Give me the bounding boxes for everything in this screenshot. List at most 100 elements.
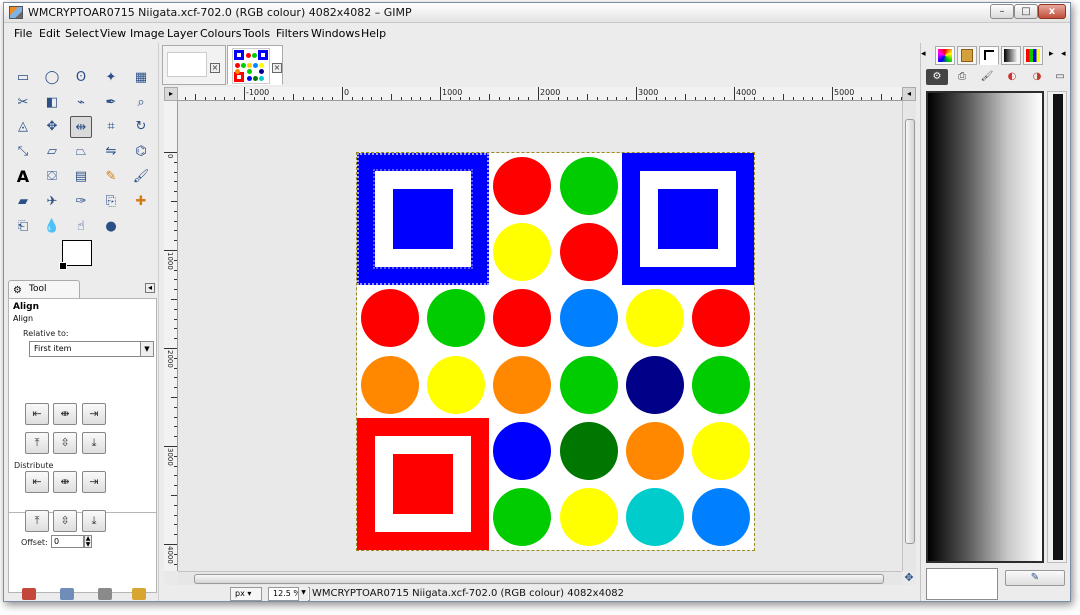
eraser-icon[interactable]: ▰ <box>12 191 34 213</box>
crop-icon[interactable]: ⌗ <box>100 116 122 138</box>
horizontal-scroll-thumb[interactable] <box>194 574 884 584</box>
tab-fonts[interactable] <box>1001 46 1021 65</box>
menu-file[interactable]: File <box>14 27 32 40</box>
select-by-color-icon[interactable]: ▦ <box>130 67 152 89</box>
ink-icon[interactable]: ✑ <box>70 191 92 213</box>
dock-sub-tab-4[interactable]: ◑ <box>1026 69 1048 85</box>
vertical-ruler[interactable]: 0 1000 2000 3000 4000 <box>164 101 178 571</box>
edit-gradient-button[interactable]: ✎ <box>1005 570 1065 586</box>
pencil-icon[interactable]: ✎ <box>100 166 122 188</box>
offset-input[interactable]: 0 <box>51 535 84 548</box>
image-tab-blank[interactable]: × <box>162 45 226 85</box>
bucket-fill-icon[interactable]: ⛋ <box>41 166 63 188</box>
menu-select[interactable]: Select <box>65 27 99 40</box>
menu-filters[interactable]: Filters <box>276 27 309 40</box>
minimize-button[interactable]: – <box>990 4 1014 19</box>
distribute-center-button[interactable]: ⇼ <box>53 471 77 493</box>
restore-options-icon[interactable] <box>60 588 74 600</box>
measure-icon[interactable]: ◬ <box>12 116 34 138</box>
rotate-icon[interactable]: ↻ <box>130 116 152 138</box>
dock-sub-tab-1[interactable]: ⎙ <box>951 69 973 85</box>
vertical-scroll-thumb[interactable] <box>905 119 915 544</box>
align-center-button[interactable]: ⇼ <box>53 403 77 425</box>
scale-icon[interactable]: ⤡ <box>12 141 34 163</box>
menu-colours[interactable]: Colours <box>200 27 241 40</box>
gradient-preview[interactable] <box>926 91 1044 563</box>
shear-icon[interactable]: ▱ <box>41 141 63 163</box>
dock-left-arrow[interactable]: ◂ <box>921 49 926 59</box>
blur-icon[interactable]: 💧 <box>41 216 63 238</box>
menu-windows[interactable]: Windows <box>311 27 360 40</box>
menu-tools[interactable]: Tools <box>243 27 270 40</box>
zoom-icon[interactable]: ⌕ <box>130 92 152 114</box>
distribute-bottom-button[interactable]: ⤓ <box>82 510 106 532</box>
fuzzy-select-icon[interactable]: ✦ <box>100 67 122 89</box>
dock-sub-tab-3[interactable]: ◐ <box>1001 69 1023 85</box>
dock-menu-icon[interactable]: ◂ <box>1061 49 1066 59</box>
unit-select[interactable]: px ▾ <box>230 587 262 601</box>
close-icon[interactable]: × <box>210 63 220 73</box>
move-icon[interactable]: ✥ <box>41 116 63 138</box>
free-select-icon[interactable]: ʘ <box>70 67 92 89</box>
panel-menu-icon[interactable]: ◂ <box>145 283 155 293</box>
paths-icon[interactable]: ⌁ <box>70 92 92 114</box>
align-icon[interactable]: ⇹ <box>70 116 92 138</box>
align-left-button[interactable]: ⇤ <box>25 403 49 425</box>
horizontal-ruler[interactable]: -1000 0 1000 2000 3000 4000 5000 <box>178 87 902 101</box>
distribute-top-button[interactable]: ⤒ <box>25 510 49 532</box>
scissors-icon[interactable]: ✂ <box>12 92 34 114</box>
horizontal-scrollbar[interactable] <box>178 571 902 585</box>
perspective-clone-icon[interactable]: ⎗ <box>12 216 34 238</box>
default-colors-icon[interactable] <box>59 262 67 270</box>
distribute-right-button[interactable]: ⇥ <box>82 471 106 493</box>
flip-icon[interactable]: ⇋ <box>100 141 122 163</box>
menu-view[interactable]: View <box>100 27 126 40</box>
dodge-burn-icon[interactable]: ● <box>100 216 122 238</box>
close-button[interactable]: x <box>1038 4 1066 19</box>
save-options-icon[interactable] <box>22 588 36 600</box>
menu-edit[interactable]: Edit <box>39 27 60 40</box>
quick-mask-corner[interactable]: ▸ <box>164 87 178 101</box>
image-tab-niigata[interactable]: × <box>227 45 283 85</box>
relative-to-select[interactable]: First item ▼ <box>29 341 154 357</box>
dock-right-arrow[interactable]: ▸ <box>1049 49 1054 59</box>
fg-bg-colors[interactable] <box>59 240 109 282</box>
dock-scrollbar[interactable] <box>1047 91 1067 563</box>
distribute-middle-button[interactable]: ⇳ <box>53 510 77 532</box>
perspective-icon[interactable]: ⏢ <box>70 141 92 163</box>
align-middle-button[interactable]: ⇳ <box>53 432 77 454</box>
offset-stepper[interactable]: ▲ ▼ <box>84 535 92 548</box>
text-icon[interactable]: A <box>12 166 34 188</box>
tab-brushes[interactable] <box>935 46 955 65</box>
align-top-button[interactable]: ⤒ <box>25 432 49 454</box>
cage-icon[interactable]: ⌬ <box>130 141 152 163</box>
dock-sub-tab-5[interactable]: ▭ <box>1049 69 1070 85</box>
maximize-button[interactable]: □ <box>1014 4 1038 19</box>
menu-help[interactable]: Help <box>361 27 386 40</box>
tab-gradients[interactable] <box>979 46 999 65</box>
ellipse-select-icon[interactable]: ◯ <box>41 67 63 89</box>
zoom-fit-icon[interactable]: ◂ <box>902 87 916 101</box>
menu-image[interactable]: Image <box>130 27 164 40</box>
dock-sub-tab-2[interactable]: 🖌 <box>976 69 998 85</box>
tab-tool-options[interactable]: ⚙ Tool Options <box>8 280 80 310</box>
navigate-icon[interactable]: ✥ <box>902 571 916 585</box>
menu-layer[interactable]: Layer <box>167 27 198 40</box>
blend-icon[interactable]: ▤ <box>70 166 92 188</box>
align-right-button[interactable]: ⇥ <box>82 403 106 425</box>
airbrush-icon[interactable]: ✈ <box>41 191 63 213</box>
paintbrush-icon[interactable]: 🖌 <box>130 166 152 188</box>
align-bottom-button[interactable]: ⤓ <box>82 432 106 454</box>
foreground-select-icon[interactable]: ◧ <box>41 92 63 114</box>
heal-icon[interactable]: ✚ <box>130 191 152 213</box>
chevron-down-icon[interactable]: ▼ <box>298 587 308 601</box>
dock-sub-tab-0[interactable]: ⚙ <box>926 69 948 85</box>
clone-icon[interactable]: ⎘ <box>100 191 122 213</box>
image-canvas[interactable] <box>356 152 755 551</box>
vertical-scrollbar[interactable] <box>902 101 916 571</box>
color-picker-icon[interactable]: ✒ <box>100 92 122 114</box>
tab-palettes[interactable] <box>1023 46 1043 65</box>
smudge-icon[interactable]: ☝ <box>70 216 92 238</box>
reset-options-icon[interactable] <box>132 588 146 600</box>
rect-select-icon[interactable]: ▭ <box>12 67 34 89</box>
